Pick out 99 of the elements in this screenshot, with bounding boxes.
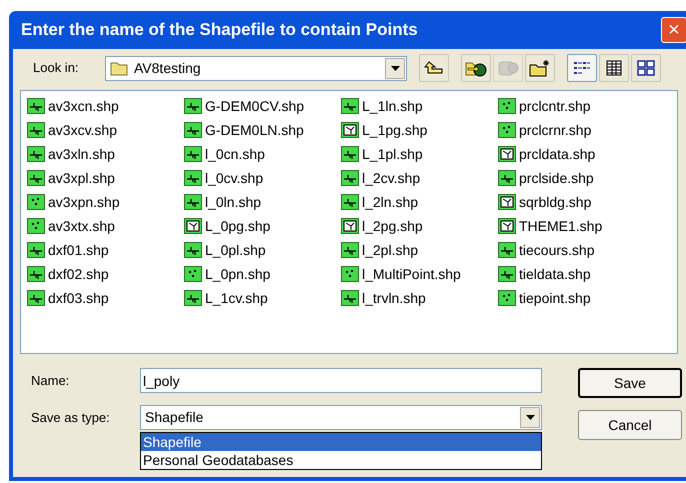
cancel-button[interactable]: Cancel — [578, 410, 682, 440]
file-item[interactable]: av3xtx.shp — [27, 214, 184, 238]
file-item[interactable]: l_2pg.shp — [341, 214, 498, 238]
file-item[interactable]: G-DEM0LN.shp — [184, 118, 341, 142]
save-as-type-dropdown[interactable]: Shapefile — [140, 405, 542, 430]
file-item[interactable]: l_0cv.shp — [184, 166, 341, 190]
file-item[interactable]: L_1pg.shp — [341, 118, 498, 142]
dropdown-button[interactable] — [520, 407, 540, 428]
shapefile-icon — [341, 194, 359, 210]
caret-icon — [390, 66, 400, 70]
file-item[interactable]: L_1pl.shp — [341, 142, 498, 166]
shapefile-icon — [341, 146, 359, 162]
file-item[interactable]: dxf01.shp — [27, 238, 184, 262]
shapefile-icon — [498, 218, 516, 234]
toolbar-button[interactable] — [525, 54, 555, 82]
file-item[interactable]: dxf02.shp — [27, 262, 184, 286]
shapefile-icon — [498, 146, 516, 162]
shapefile-icon — [498, 266, 516, 282]
name-label: Name: — [31, 372, 70, 390]
file-item[interactable]: l_0ln.shp — [184, 190, 341, 214]
file-item[interactable]: l_2ln.shp — [341, 190, 498, 214]
folder-icon — [110, 60, 128, 76]
look-in-dropdown[interactable]: AV8testing — [105, 56, 407, 80]
shapefile-icon — [498, 98, 516, 114]
file-item[interactable]: av3xcn.shp — [27, 94, 184, 118]
file-item[interactable]: av3xpl.shp — [27, 166, 184, 190]
save-as-type-label: Save as type: — [31, 408, 111, 427]
look-in-label: Look in: — [33, 59, 80, 78]
shapefile-icon — [184, 218, 202, 234]
file-item[interactable]: tieldata.shp — [498, 262, 655, 286]
file-item[interactable]: tiepoint.shp — [498, 286, 655, 310]
shapefile-icon — [341, 122, 359, 138]
shapefile-icon — [184, 146, 202, 162]
shapefile-icon — [27, 170, 45, 186]
shapefile-icon — [184, 122, 202, 138]
window-title: Enter the name of the Shapefile to contain Points — [21, 19, 418, 42]
shapefile-icon — [341, 290, 359, 306]
file-item[interactable]: prclcrnr.shp — [498, 118, 655, 142]
name-field[interactable]: l_poly — [140, 368, 542, 393]
close-button[interactable]: × — [661, 17, 686, 43]
shapefile-icon — [184, 98, 202, 114]
shapefile-icon — [27, 266, 45, 282]
list-view-icon — [572, 59, 592, 77]
shapefile-icon — [27, 122, 45, 138]
file-item[interactable]: dxf03.shp — [27, 286, 184, 310]
shapefile-icon — [184, 194, 202, 210]
file-item[interactable]: av3xln.shp — [27, 142, 184, 166]
toolbar-button[interactable] — [567, 54, 597, 82]
shapefile-icon — [184, 242, 202, 258]
file-item[interactable]: prcldata.shp — [498, 142, 655, 166]
shapefile-icon — [184, 290, 202, 306]
file-item[interactable]: THEME1.shp — [498, 214, 655, 238]
caret-icon — [526, 415, 534, 420]
details-view-icon — [604, 59, 624, 77]
file-item[interactable]: L_0pn.shp — [184, 262, 341, 286]
file-item[interactable]: L_0pl.shp — [184, 238, 341, 262]
shapefile-icon — [27, 290, 45, 306]
shapefile-icon — [341, 170, 359, 186]
shapefile-icon — [341, 218, 359, 234]
shapefile-icon — [498, 170, 516, 186]
save-button[interactable]: Save — [578, 368, 682, 398]
shapefile-icon — [341, 266, 359, 282]
shapefile-icon — [27, 194, 45, 210]
file-item[interactable]: av3xcv.shp — [27, 118, 184, 142]
shapefile-icon — [341, 242, 359, 258]
new-folder-icon — [529, 59, 551, 77]
file-item[interactable]: l_0cn.shp — [184, 142, 341, 166]
dropdown-option[interactable]: Shapefile — [141, 433, 541, 451]
shapefile-icon — [27, 218, 45, 234]
shapefile-icon — [27, 242, 45, 258]
shapefile-icon — [498, 242, 516, 258]
toolbar-button[interactable] — [631, 54, 661, 82]
shapefile-icon — [341, 98, 359, 114]
shapefile-icon — [27, 146, 45, 162]
toolbar-button[interactable] — [599, 54, 629, 82]
dropdown-button[interactable] — [385, 58, 405, 78]
file-item[interactable]: sqrbldg.shp — [498, 190, 655, 214]
shapefile-icon — [498, 122, 516, 138]
file-item[interactable]: l_2pl.shp — [341, 238, 498, 262]
shapefile-icon — [498, 290, 516, 306]
file-item[interactable]: l_2cv.shp — [341, 166, 498, 190]
file-item[interactable]: prclcntr.shp — [498, 94, 655, 118]
thumbnails-view-icon — [636, 59, 656, 77]
toolbar-button[interactable] — [419, 54, 449, 82]
shapefile-icon — [498, 194, 516, 210]
file-item[interactable]: G-DEM0CV.shp — [184, 94, 341, 118]
toolbar-button[interactable] — [461, 54, 491, 82]
dropdown-option[interactable]: Personal Geodatabases — [141, 451, 541, 469]
file-item[interactable]: prclside.shp — [498, 166, 655, 190]
file-item[interactable]: L_0pg.shp — [184, 214, 341, 238]
shapefile-icon — [27, 98, 45, 114]
file-item[interactable]: L_1ln.shp — [341, 94, 498, 118]
file-item[interactable]: av3xpn.shp — [27, 190, 184, 214]
file-item[interactable]: l_MultiPoint.shp — [341, 262, 498, 286]
shapefile-icon — [184, 266, 202, 282]
file-item[interactable]: L_1cv.shp — [184, 286, 341, 310]
file-item[interactable]: tiecours.shp — [498, 238, 655, 262]
file-item[interactable]: l_trvln.shp — [341, 286, 498, 310]
shapefile-icon — [184, 170, 202, 186]
